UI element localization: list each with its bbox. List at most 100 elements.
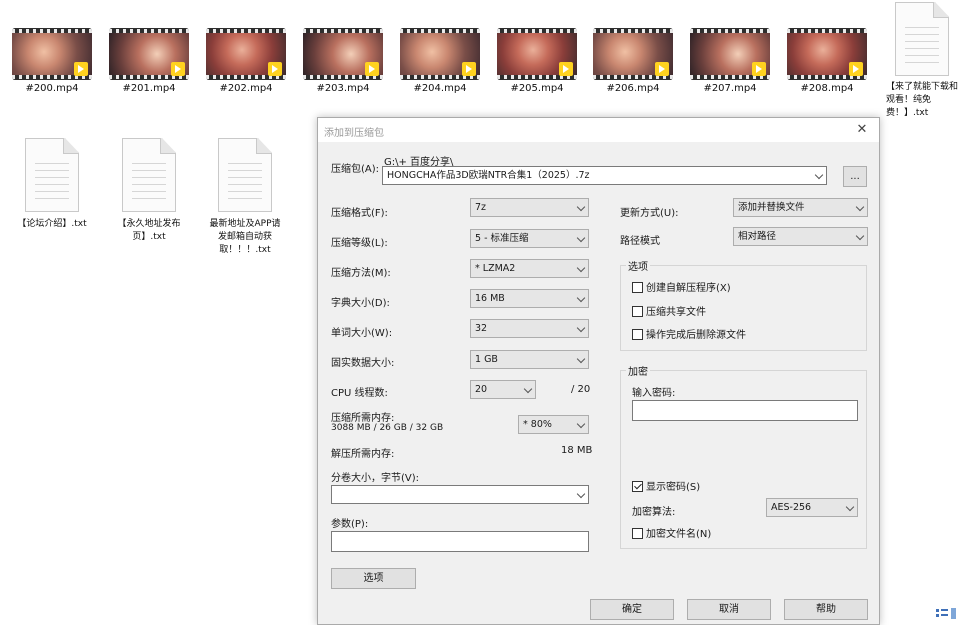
memory-usage-select[interactable]: * 80%: [518, 415, 589, 434]
file-name: #200.mp4: [25, 83, 79, 94]
ok-button[interactable]: 确定: [590, 599, 674, 620]
file-name: 【永久地址发布页】.txt: [117, 219, 181, 242]
add-to-archive-dialog: 添加到压缩包 ✕ 压缩包(A): G:\+ 百度分享\ HONGCHA作品3D欧…: [317, 117, 880, 625]
update-mode-select[interactable]: 添加并替换文件: [733, 198, 868, 217]
close-icon[interactable]: ✕: [853, 121, 871, 139]
update-mode-value: 添加并替换文件: [738, 202, 805, 213]
play-badge-icon: [365, 62, 379, 76]
show-password-checkbox[interactable]: 显示密码(S): [632, 478, 700, 493]
video-file[interactable]: #203.mp4: [295, 28, 391, 95]
chevron-down-icon: [855, 202, 865, 212]
dictionary-select[interactable]: 16 MB: [470, 289, 589, 308]
file-name: 【来了就能下载和观看！纯免费！】.txt: [886, 82, 959, 118]
video-file[interactable]: #204.mp4: [392, 28, 488, 95]
encryption-group-title: 加密: [626, 363, 650, 378]
encryption-method-select[interactable]: AES-256: [766, 498, 858, 517]
text-file[interactable]: 【永久地址发布页】.txt: [101, 138, 197, 244]
chevron-down-icon: [576, 419, 586, 429]
file-name: #205.mp4: [510, 83, 564, 94]
chevron-down-icon: [814, 170, 824, 180]
cpu-threads-label: CPU 线程数:: [331, 388, 388, 399]
file-name: #208.mp4: [800, 83, 854, 94]
dictionary-value: 16 MB: [475, 293, 505, 304]
video-thumbnail: [400, 28, 480, 80]
parameters-input[interactable]: [331, 531, 589, 552]
file-name: 最新地址及APP请发邮箱自动获取！！！.txt: [209, 219, 281, 255]
dialog-title: 添加到压缩包: [324, 128, 384, 139]
path-mode-label: 路径模式: [620, 236, 660, 247]
decompress-memory-label: 解压所需内存:: [331, 449, 395, 460]
method-label: 压缩方法(M):: [331, 268, 391, 279]
video-file[interactable]: #208.mp4: [779, 28, 875, 95]
chevron-down-icon: [523, 384, 533, 394]
method-select[interactable]: * LZMA2: [470, 259, 589, 278]
path-mode-select[interactable]: 相对路径: [733, 227, 868, 246]
decompress-memory-value: 18 MB: [561, 445, 593, 456]
play-badge-icon: [752, 62, 766, 76]
split-volume-combo[interactable]: [331, 485, 589, 504]
chevron-down-icon: [576, 354, 586, 364]
sfx-label: 创建自解压程序(X): [646, 283, 731, 294]
video-thumbnail: [690, 28, 770, 80]
compress-shared-checkbox[interactable]: 压缩共享文件: [632, 303, 706, 318]
text-file[interactable]: 最新地址及APP请发邮箱自动获取！！！.txt: [197, 138, 293, 257]
video-file[interactable]: #200.mp4: [4, 28, 100, 95]
play-badge-icon: [655, 62, 669, 76]
options-group-title: 选项: [626, 258, 650, 273]
archive-label: 压缩包(A):: [331, 164, 380, 175]
video-file[interactable]: #207.mp4: [682, 28, 778, 95]
format-select[interactable]: 7z: [470, 198, 589, 217]
archive-name-combo[interactable]: HONGCHA作品3D欧瑞NTR合集1（2025）.7z: [382, 166, 827, 185]
file-name: #203.mp4: [316, 83, 370, 94]
encrypt-names-label: 加密文件名(N): [646, 529, 712, 540]
text-document-icon: [218, 138, 272, 212]
encryption-method-label: 加密算法:: [632, 507, 676, 518]
play-badge-icon: [268, 62, 282, 76]
encrypt-names-checkbox[interactable]: 加密文件名(N): [632, 525, 711, 540]
solid-block-label: 固实数据大小:: [331, 358, 395, 369]
chevron-down-icon: [855, 231, 865, 241]
word-size-select[interactable]: 32: [470, 319, 589, 338]
video-file[interactable]: #202.mp4: [198, 28, 294, 95]
memory-usage-value: * 80%: [523, 419, 552, 430]
level-select[interactable]: 5 - 标准压缩: [470, 229, 589, 248]
file-name: #206.mp4: [606, 83, 660, 94]
method-value: * LZMA2: [475, 263, 516, 274]
text-document-icon: [895, 2, 949, 76]
cpu-threads-total: / 20: [571, 384, 591, 395]
video-file[interactable]: #201.mp4: [101, 28, 197, 95]
cpu-threads-select[interactable]: 20: [470, 380, 536, 399]
split-volume-label: 分卷大小，字节(V):: [331, 473, 420, 484]
text-file[interactable]: 【来了就能下载和观看！纯免费！】.txt: [884, 2, 960, 120]
video-thumbnail: [109, 28, 189, 80]
delete-after-checkbox[interactable]: 操作完成后删除源文件: [632, 326, 746, 341]
play-badge-icon: [171, 62, 185, 76]
level-value: 5 - 标准压缩: [475, 233, 529, 244]
cancel-button[interactable]: 取消: [687, 599, 771, 620]
play-badge-icon: [559, 62, 573, 76]
view-toggle-icon[interactable]: [934, 606, 958, 622]
chevron-down-icon: [576, 202, 586, 212]
checkbox-box: [632, 282, 643, 293]
video-thumbnail: [12, 28, 92, 80]
parameters-label: 参数(P):: [331, 519, 369, 530]
video-thumbnail: [787, 28, 867, 80]
options-button[interactable]: 选项: [331, 568, 416, 589]
help-button[interactable]: 帮助: [784, 599, 868, 620]
sfx-checkbox[interactable]: 创建自解压程序(X): [632, 279, 731, 294]
solid-block-value: 1 GB: [475, 354, 498, 365]
password-input[interactable]: [632, 400, 858, 421]
video-thumbnail: [303, 28, 383, 80]
video-file[interactable]: #205.mp4: [489, 28, 585, 95]
video-thumbnail: [206, 28, 286, 80]
checkbox-box: [632, 306, 643, 317]
solid-block-select[interactable]: 1 GB: [470, 350, 589, 369]
word-size-value: 32: [475, 323, 488, 334]
text-document-icon: [122, 138, 176, 212]
dictionary-label: 字典大小(D):: [331, 298, 390, 309]
text-file[interactable]: 【论坛介绍】.txt: [4, 138, 100, 231]
dialog-titlebar[interactable]: 添加到压缩包 ✕: [318, 118, 879, 142]
format-label: 压缩格式(F):: [331, 208, 388, 219]
video-file[interactable]: #206.mp4: [585, 28, 681, 95]
browse-button[interactable]: ...: [843, 166, 867, 187]
